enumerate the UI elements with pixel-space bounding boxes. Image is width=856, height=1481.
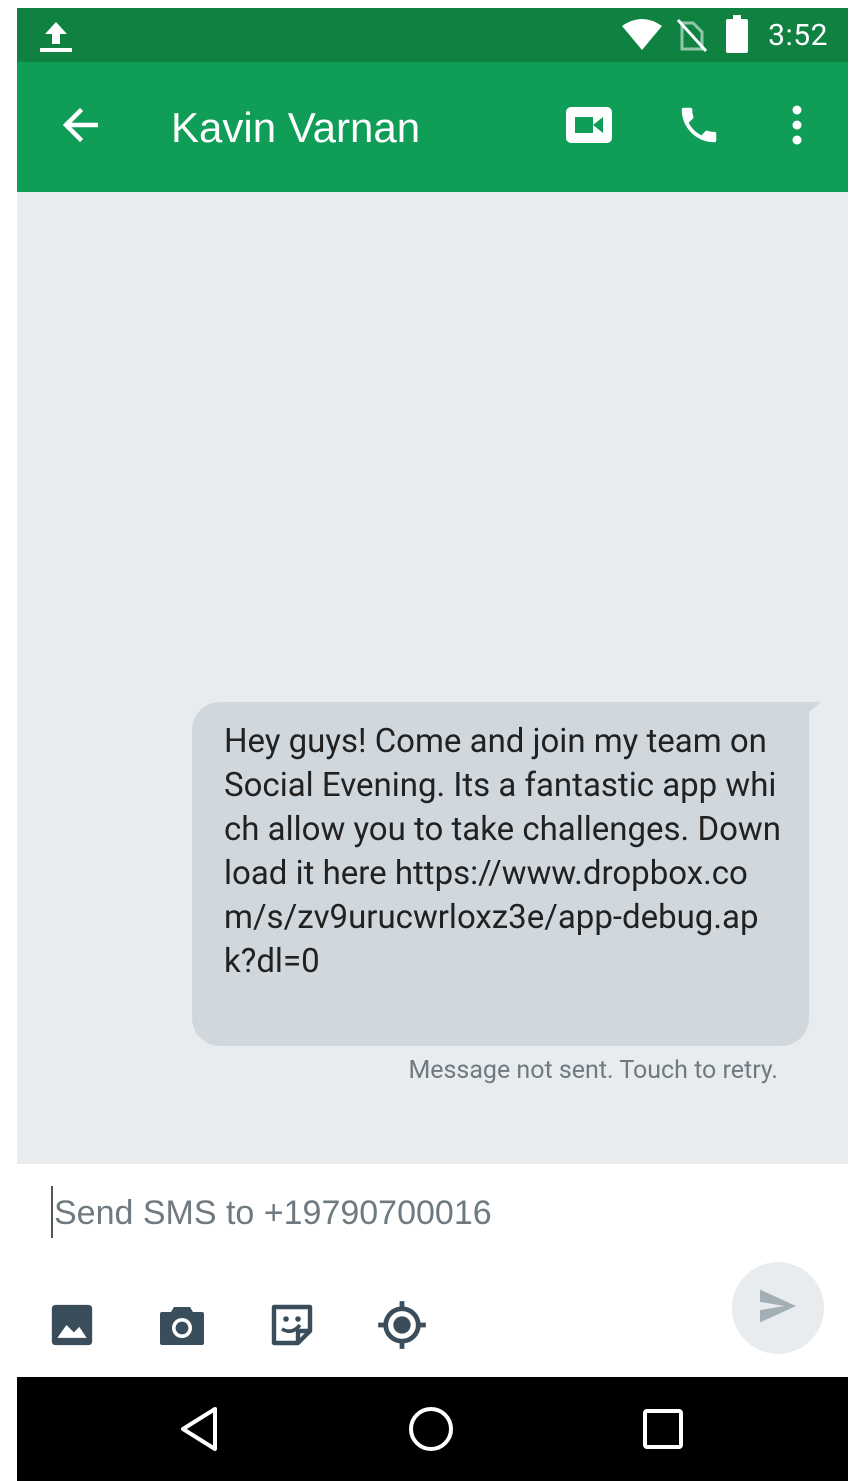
battery-icon xyxy=(725,15,749,59)
send-button[interactable] xyxy=(732,1262,824,1354)
attach-image-button[interactable] xyxy=(47,1302,97,1352)
phone-call-button[interactable] xyxy=(672,100,726,154)
video-call-icon xyxy=(565,106,613,148)
location-button[interactable] xyxy=(376,1299,428,1355)
back-arrow-icon xyxy=(60,107,100,147)
conversation-area[interactable]: Hey guys! Come and join my team on Socia… xyxy=(17,192,848,1164)
more-options-button[interactable] xyxy=(770,100,824,154)
app-bar: Kavin Varnan xyxy=(17,62,848,192)
sticker-icon xyxy=(268,1301,316,1353)
nav-recents-button[interactable] xyxy=(637,1405,689,1457)
message-text: Hey guys! Come and join my team on Socia… xyxy=(224,722,781,981)
sms-input[interactable] xyxy=(52,1186,706,1240)
bubble-tail xyxy=(809,702,821,712)
message-bubble[interactable]: Hey guys! Come and join my team on Socia… xyxy=(192,702,809,1046)
contact-name: Kavin Varnan xyxy=(171,104,421,151)
location-icon xyxy=(376,1299,428,1355)
image-icon xyxy=(50,1303,94,1351)
more-vert-icon xyxy=(790,105,804,149)
system-nav-bar xyxy=(17,1377,848,1481)
home-circle-icon xyxy=(407,1405,455,1457)
back-triangle-icon xyxy=(177,1405,221,1457)
sticker-button[interactable] xyxy=(267,1302,317,1352)
phone-screen: 3:52 Kavin Varnan Hey guys! Come and joi… xyxy=(17,8,848,1481)
upload-icon xyxy=(37,18,75,58)
camera-button[interactable] xyxy=(157,1302,207,1352)
back-button[interactable] xyxy=(53,100,107,154)
video-call-button[interactable] xyxy=(562,100,616,154)
nav-home-button[interactable] xyxy=(405,1405,457,1457)
nav-back-button[interactable] xyxy=(173,1405,225,1457)
status-bar: 3:52 xyxy=(17,8,848,62)
send-icon xyxy=(758,1288,798,1328)
compose-bar xyxy=(17,1164,848,1377)
phone-icon xyxy=(676,102,722,152)
wifi-icon xyxy=(620,18,664,56)
message-status[interactable]: Message not sent. Touch to retry. xyxy=(408,1056,778,1085)
recents-square-icon xyxy=(641,1407,685,1455)
camera-icon xyxy=(158,1303,206,1351)
status-time: 3:52 xyxy=(768,18,828,53)
no-sim-icon xyxy=(675,17,709,57)
